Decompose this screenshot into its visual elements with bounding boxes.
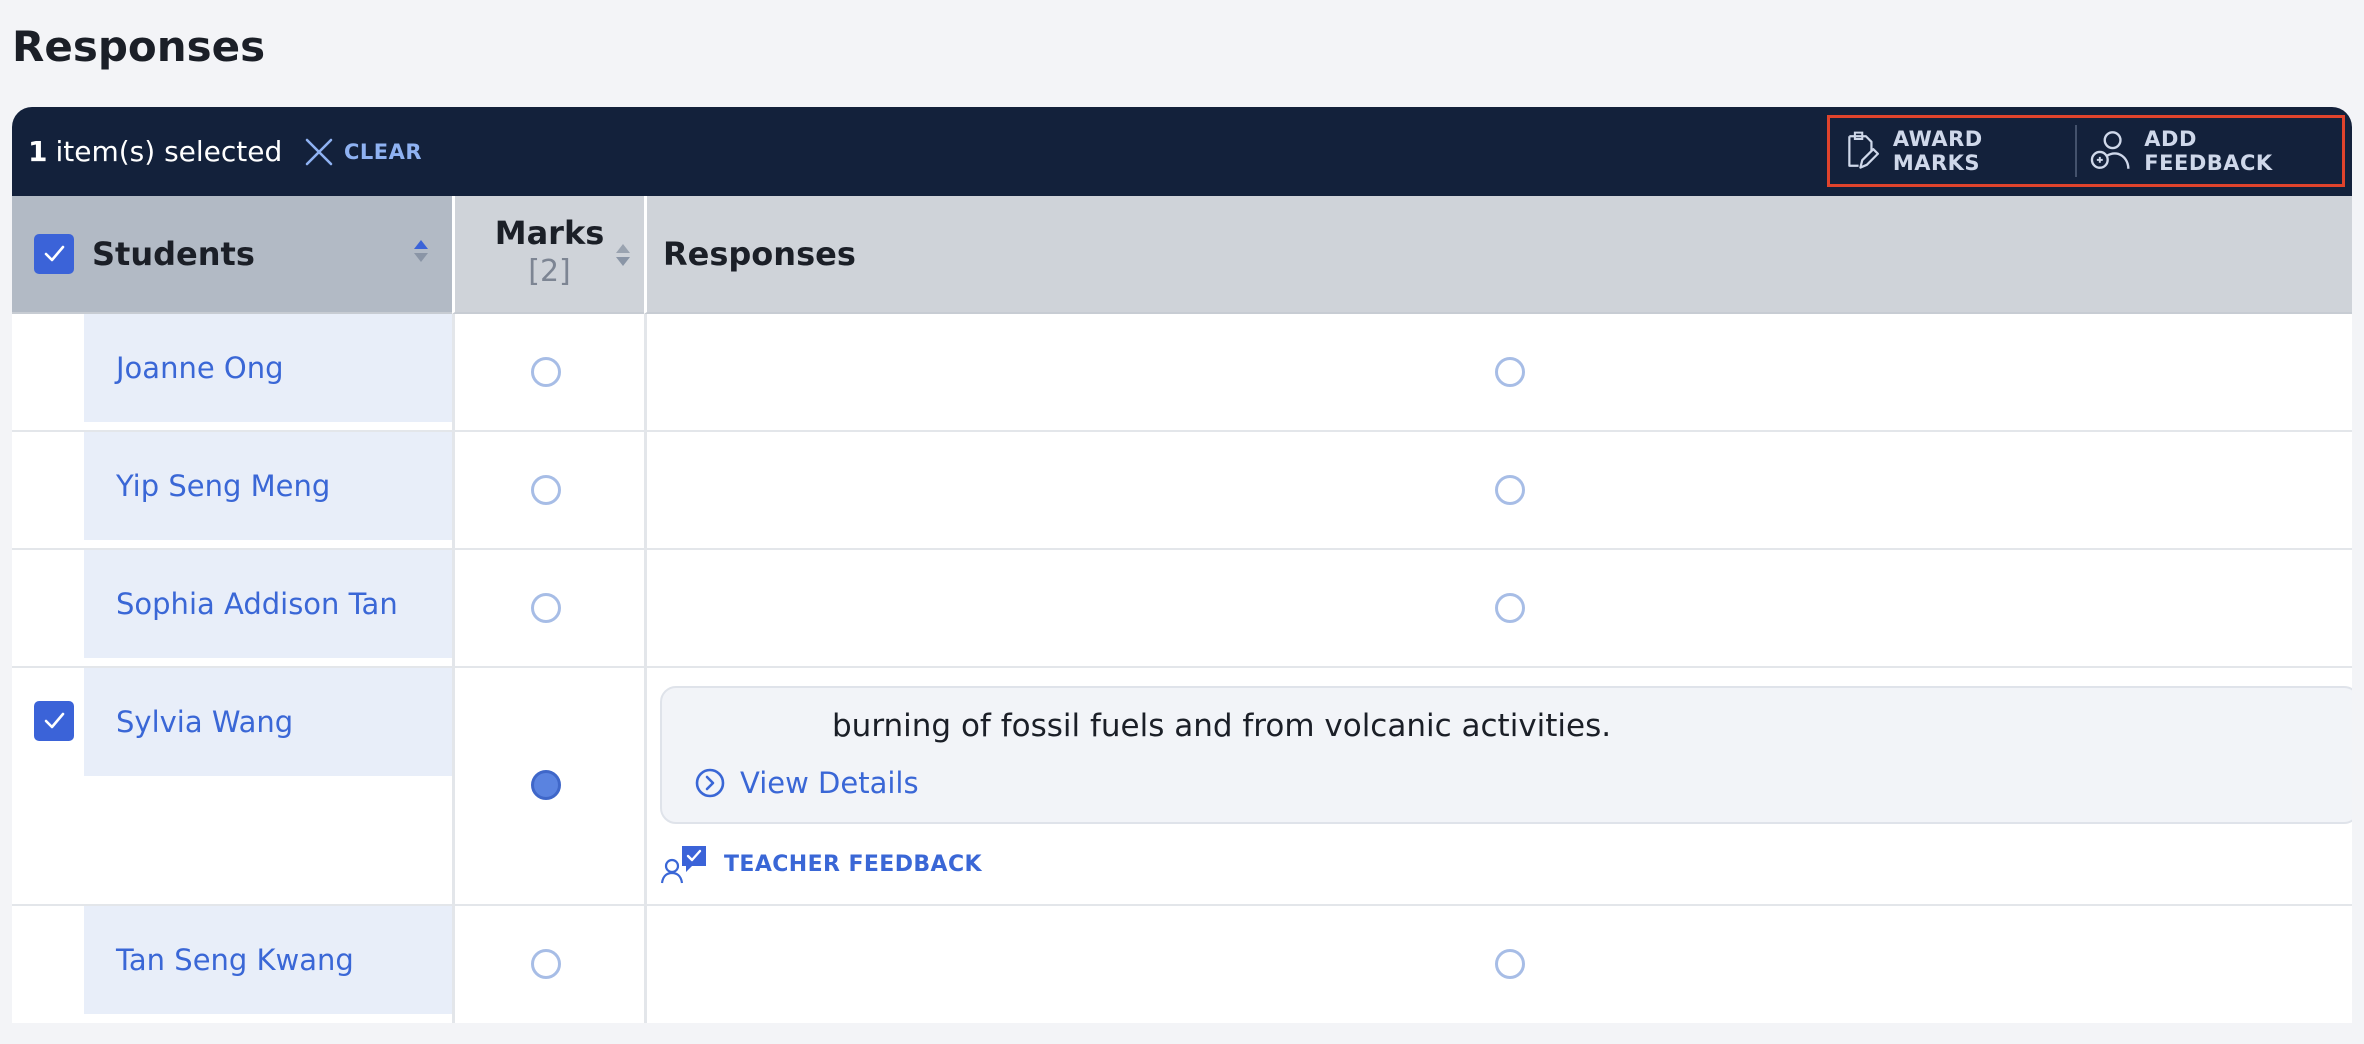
student-name[interactable]: Sophia Addison Tan (84, 550, 452, 658)
response-radio[interactable] (1495, 475, 1525, 505)
award-marks-label: AWARD MARKS (1892, 127, 1983, 175)
clear-selection-button[interactable]: CLEAR (304, 107, 422, 196)
teacher-feedback-link[interactable]: TEACHER FEEDBACK (660, 844, 982, 884)
select-all-checkbox[interactable] (34, 234, 74, 274)
student-name[interactable]: Yip Seng Meng (84, 432, 452, 540)
add-feedback-button[interactable]: ADD FEEDBACK (2077, 118, 2342, 184)
bulk-actions-group: AWARD MARKS ADD FEEDBACK (1827, 115, 2345, 187)
page-title: Responses (12, 22, 266, 71)
response-card: burning of fossil fuels and from volcani… (660, 686, 2352, 824)
marks-radio-selected[interactable] (531, 770, 561, 800)
marks-radio[interactable] (531, 949, 561, 979)
view-details-link[interactable]: View Details (694, 766, 919, 800)
students-header-label: Students (92, 235, 255, 273)
response-text: burning of fossil fuels and from volcani… (832, 708, 1612, 744)
chevron-right-circle-icon (695, 768, 725, 798)
table-row: Tan Seng Kwang (12, 906, 2352, 1023)
marks-radio[interactable] (531, 475, 561, 505)
selection-count: 1 item(s) selected (28, 107, 282, 196)
clear-label: CLEAR (344, 139, 423, 164)
marks-radio[interactable] (531, 357, 561, 387)
add-feedback-icon (2090, 131, 2130, 169)
responses-header-label: Responses (663, 235, 856, 273)
selection-count-label: item(s) selected (55, 135, 283, 168)
check-icon (44, 712, 65, 729)
table-row: Sophia Addison Tan (12, 550, 2352, 668)
view-details-label: View Details (740, 766, 919, 800)
response-radio[interactable] (1495, 593, 1525, 623)
award-marks-icon (1848, 131, 1879, 169)
responses-column-header: Responses (644, 196, 2352, 314)
close-icon (305, 138, 333, 165)
student-name[interactable]: Joanne Ong (84, 314, 452, 422)
selection-count-number: 1 (28, 135, 48, 168)
add-feedback-label: ADD FEEDBACK (2144, 127, 2273, 175)
marks-column-header[interactable]: Marks [2] (452, 196, 644, 314)
response-radio[interactable] (1495, 949, 1525, 979)
table-row: Joanne Ong (12, 314, 2352, 432)
selection-toolbar: 1 item(s) selected CLEAR AWARD MARKS ADD… (12, 107, 2352, 196)
students-column-header[interactable]: Students (12, 196, 452, 314)
marks-radio[interactable] (531, 593, 561, 623)
table-row-selected: Sylvia Wang burning of fossil fuels and … (12, 668, 2352, 906)
response-radio[interactable] (1495, 357, 1525, 387)
sort-icon[interactable] (616, 244, 630, 266)
teacher-feedback-label: TEACHER FEEDBACK (724, 851, 982, 877)
table-row: Yip Seng Meng (12, 432, 2352, 550)
student-name[interactable]: Tan Seng Kwang (84, 906, 452, 1014)
row-checkbox[interactable] (34, 701, 74, 741)
sort-icon[interactable] (414, 240, 428, 262)
check-icon (44, 245, 65, 262)
student-name[interactable]: Sylvia Wang (84, 668, 452, 776)
responses-table: 1 item(s) selected CLEAR AWARD MARKS ADD… (12, 107, 2352, 1023)
teacher-feedback-icon (660, 846, 706, 884)
award-marks-button[interactable]: AWARD MARKS (1830, 118, 2075, 184)
